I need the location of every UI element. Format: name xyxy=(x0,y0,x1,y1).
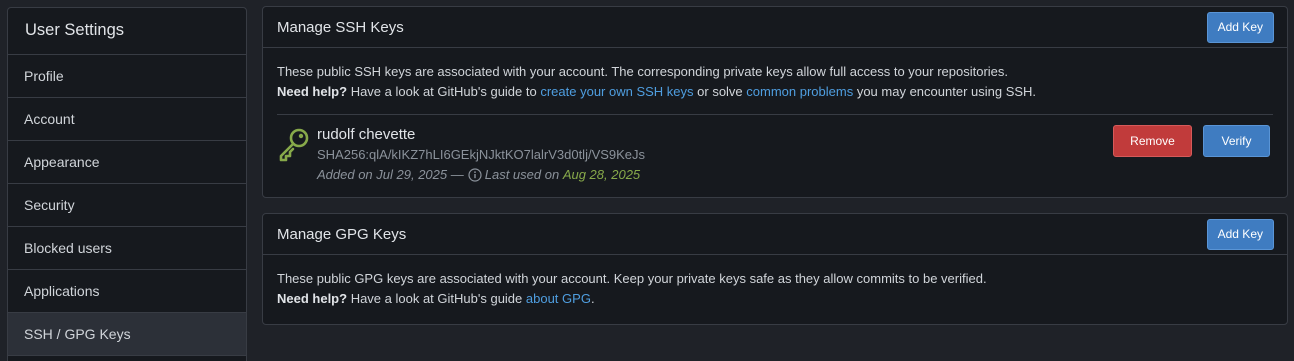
sidebar-title: User Settings xyxy=(8,8,246,55)
ssh-key-info: rudolf chevette SHA256:qlA/kIKZ7hLI6GEkj… xyxy=(317,125,645,185)
gpg-help-pre: Have a look at GitHub's guide xyxy=(347,291,526,306)
settings-sidebar: User Settings Profile Account Appearance… xyxy=(7,7,247,361)
remove-key-button[interactable]: Remove xyxy=(1113,125,1192,157)
ssh-help-text: Need help? Have a look at GitHub's guide… xyxy=(277,82,1273,102)
page: User Settings Profile Account Appearance… xyxy=(0,0,1294,361)
ssh-help-post: you may encounter using SSH. xyxy=(853,84,1037,99)
add-ssh-key-button[interactable]: Add Key xyxy=(1206,11,1274,43)
ssh-keys-panel: Manage SSH Keys Add Key These public SSH… xyxy=(262,6,1288,198)
gpg-panel-title: Manage GPG Keys xyxy=(277,225,407,243)
ssh-key-row: rudolf chevette SHA256:qlA/kIKZ7hLI6GEkj… xyxy=(277,114,1273,188)
ssh-key-added: Added on Jul 29, 2025 — xyxy=(317,167,464,182)
ssh-panel-body: These public SSH keys are associated wit… xyxy=(263,48,1287,188)
ssh-key-meta: Added on Jul 29, 2025 — Last used on Aug… xyxy=(317,165,645,185)
ssh-panel-title: Manage SSH Keys xyxy=(277,18,404,36)
sidebar-item-account[interactable]: Account xyxy=(8,98,246,141)
ssh-help-bold: Need help? xyxy=(277,84,348,99)
ssh-key-fingerprint: SHA256:qlA/kIKZ7hLI6GEkjNJktKO7lalrV3d0t… xyxy=(317,147,646,162)
gpg-description: These public GPG keys are associated wit… xyxy=(277,271,987,286)
ssh-panel-header: Manage SSH Keys Add Key xyxy=(263,7,1287,48)
common-problems-link[interactable]: common problems xyxy=(746,84,853,99)
sidebar-item-appearance[interactable]: Appearance xyxy=(8,141,246,184)
sidebar-item-profile[interactable]: Profile xyxy=(8,55,246,98)
gpg-panel-body: These public GPG keys are associated wit… xyxy=(263,255,1287,309)
gpg-panel-header: Manage GPG Keys Add Key xyxy=(263,214,1287,255)
key-icon xyxy=(277,127,311,163)
sidebar-item-security[interactable]: Security xyxy=(8,184,246,227)
sidebar-item-ssh-gpg-keys[interactable]: SSH / GPG Keys xyxy=(8,313,246,356)
ssh-key-last-used-date: Aug 28, 2025 xyxy=(562,167,641,182)
ssh-key-last-used-label: Last used on xyxy=(484,167,560,182)
ssh-description: These public SSH keys are associated wit… xyxy=(277,64,1009,79)
gpg-help-bold: Need help? xyxy=(277,291,348,306)
gpg-help-post: . xyxy=(590,291,595,306)
info-icon xyxy=(468,168,482,182)
ssh-key-name: rudolf chevette xyxy=(317,126,416,143)
sidebar-item-blocked-users[interactable]: Blocked users xyxy=(8,227,246,270)
gpg-keys-panel: Manage GPG Keys Add Key These public GPG… xyxy=(262,213,1288,325)
ssh-help-mid: or solve xyxy=(693,84,747,99)
gpg-help-text: Need help? Have a look at GitHub's guide… xyxy=(277,289,1273,309)
create-ssh-keys-link[interactable]: create your own SSH keys xyxy=(540,84,693,99)
verify-key-button[interactable]: Verify xyxy=(1203,125,1270,157)
sidebar-item-applications[interactable]: Applications xyxy=(8,270,246,313)
ssh-help-pre: Have a look at GitHub's guide to xyxy=(347,84,541,99)
about-gpg-link[interactable]: about GPG xyxy=(526,291,591,306)
add-gpg-key-button[interactable]: Add Key xyxy=(1206,218,1274,250)
